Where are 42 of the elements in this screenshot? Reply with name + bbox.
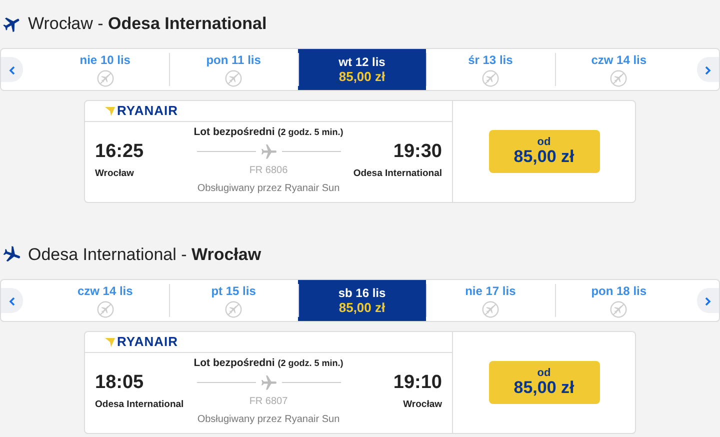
airline-logo: RYANAIR — [117, 333, 178, 352]
no-flight-icon — [225, 70, 242, 86]
flight-number: FR 6807 — [248, 394, 289, 409]
flight-type: Lot bezpośredni — [194, 126, 275, 138]
flight-duration: (2 godz. 5 min.) — [278, 127, 344, 137]
route-title: Odesa International - Wrocław — [28, 244, 262, 266]
chevron-right-icon — [705, 66, 712, 75]
arrival-time: 19:30 — [392, 140, 442, 163]
arrival-city: Odesa International — [352, 166, 442, 181]
no-flight-icon — [225, 300, 242, 318]
next-button[interactable] — [697, 288, 719, 313]
operator-text: Obsługiwany przez Ryanair Sun — [196, 182, 341, 196]
prev-button[interactable] — [1, 288, 23, 313]
flight-type: Lot bezpośredni — [194, 357, 275, 369]
departure-city: Odesa International — [95, 398, 185, 412]
next-button[interactable] — [697, 57, 719, 82]
no-flight-icon — [482, 300, 499, 318]
route-title: Wrocław - Odesa International — [28, 13, 267, 36]
departure-time: 18:05 — [95, 372, 145, 394]
departure-city: Wrocław — [95, 166, 135, 181]
flight-duration: (2 godz. 5 min.) — [278, 358, 344, 368]
airline-logo: RYANAIR — [117, 102, 178, 120]
no-flight-icon — [96, 300, 114, 318]
chevron-right-icon — [705, 296, 712, 306]
arrival-city: Wrocław — [402, 398, 442, 412]
operator-text: Obsługiwany przez Ryanair Sun — [196, 413, 341, 427]
chevron-left-icon — [8, 296, 15, 306]
no-flight-icon — [482, 70, 499, 86]
no-flight-icon — [96, 70, 114, 86]
date-tab[interactable]: wt 12 lis 85,00 zł — [298, 49, 426, 90]
no-flight-icon — [610, 70, 628, 86]
price-button[interactable]: od 85,00 zł — [488, 130, 600, 173]
no-flight-icon — [610, 300, 628, 318]
chevron-left-icon — [8, 66, 15, 75]
price-button[interactable]: od 85,00 zł — [488, 361, 600, 404]
prev-button[interactable] — [1, 57, 23, 82]
departure-time: 16:25 — [95, 140, 145, 163]
flight-number: FR 6806 — [248, 164, 289, 178]
plane-icon — [260, 374, 278, 392]
plane-icon — [260, 142, 278, 161]
arrival-time: 19:10 — [392, 372, 442, 394]
date-tab[interactable]: sb 16 lis 85,00 zł — [298, 280, 426, 321]
